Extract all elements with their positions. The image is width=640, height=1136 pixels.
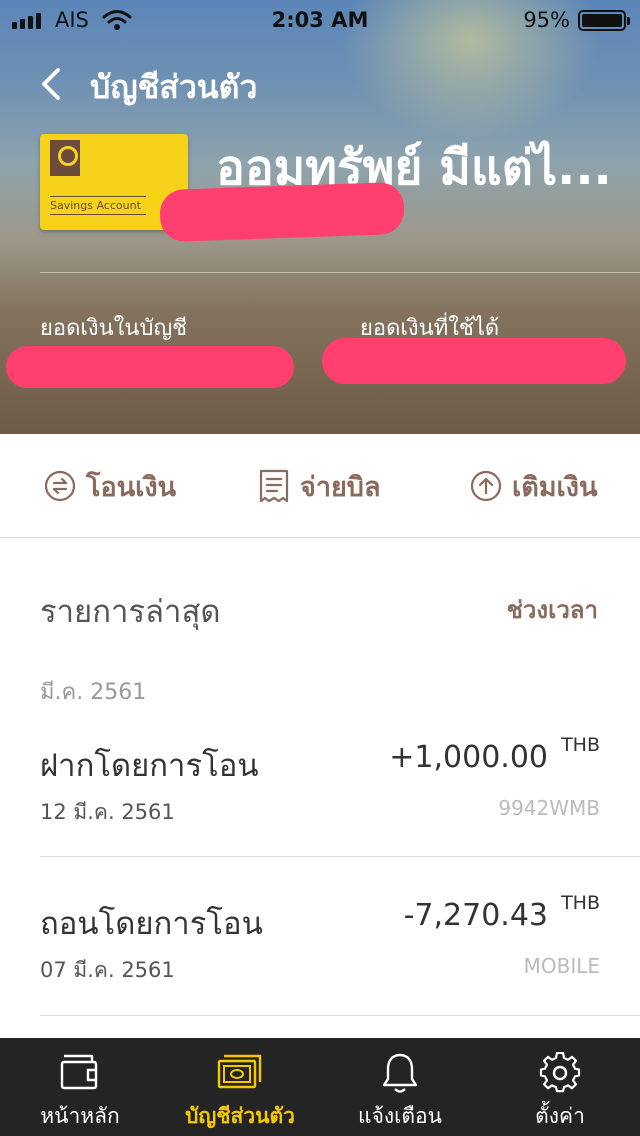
status-bar: AIS 2:03 AM 95% xyxy=(0,0,640,40)
pay-bill-button[interactable]: จ่ายบิล xyxy=(258,468,381,504)
account-header: AIS 2:03 AM 95% บัญชีส่วนตัว Savings Acc… xyxy=(0,0,640,434)
row-divider xyxy=(40,856,640,857)
top-up-label: เติมเงิน xyxy=(512,471,598,503)
wallet-icon xyxy=(60,1054,98,1090)
tab-settings[interactable]: ตั้งค่า xyxy=(480,1038,640,1136)
redacted-account-number xyxy=(159,181,405,243)
tab-notifications[interactable]: แจ้งเตือน xyxy=(320,1038,480,1136)
battery-percent: 95% xyxy=(523,8,570,32)
page-title: บัญชีส่วนตัว xyxy=(90,68,258,106)
transfer-icon xyxy=(44,470,76,502)
transaction-channel: MOBILE xyxy=(523,954,600,978)
redacted-available-balance xyxy=(322,338,626,384)
header-divider xyxy=(40,272,640,273)
transaction-title: ถอนโดยการโอน xyxy=(40,906,263,942)
top-up-button[interactable]: เติมเงิน xyxy=(470,468,597,504)
gear-icon xyxy=(539,1052,581,1093)
back-button[interactable] xyxy=(36,64,72,104)
transaction-amount: +1,000.00 xyxy=(389,740,548,775)
transaction-row[interactable]: ถอนโดยการโอน -7,270.43 THB 07 มี.ค. 2561… xyxy=(40,892,600,1056)
transaction-channel: 9942WMB xyxy=(498,796,600,820)
bill-icon xyxy=(259,469,289,503)
tab-home-label: หน้าหลัก xyxy=(40,1104,120,1128)
transaction-currency: THB xyxy=(561,892,600,914)
transaction-row[interactable]: ฝากโดยการโอน +1,000.00 THB 12 มี.ค. 2561… xyxy=(40,734,600,898)
banknote-icon xyxy=(217,1054,262,1089)
tab-personal-account[interactable]: บัญชีส่วนตัว xyxy=(160,1038,320,1136)
battery-icon xyxy=(578,10,630,31)
tab-bar: หน้าหลัก บัญชีส่วนตัว แจ้งเตือน ตั้งค่า xyxy=(0,1038,640,1136)
tab-settings-label: ตั้งค่า xyxy=(535,1104,585,1128)
card-label: Savings Account xyxy=(50,196,146,215)
pay-bill-label: จ่ายบิล xyxy=(300,471,381,503)
recent-transactions-title: รายการล่าสุด xyxy=(40,594,221,630)
tab-home[interactable]: หน้าหลัก xyxy=(0,1038,160,1136)
top-up-icon xyxy=(470,470,502,502)
transaction-date: 07 มี.ค. 2561 xyxy=(40,958,175,982)
bank-logo xyxy=(50,140,80,176)
transaction-currency: THB xyxy=(561,734,600,756)
tab-personal-account-label: บัญชีส่วนตัว xyxy=(185,1104,295,1128)
bell-icon xyxy=(382,1053,418,1093)
balance-label: ยอดเงินในบัญชี xyxy=(40,316,188,341)
transaction-amount: -7,270.43 xyxy=(403,898,548,933)
row-divider xyxy=(40,1015,640,1016)
redacted-balance xyxy=(6,346,294,388)
transaction-title: ฝากโดยการโอน xyxy=(40,748,259,784)
transfer-button[interactable]: โอนเงิน xyxy=(44,468,176,504)
transfer-label: โอนเงิน xyxy=(86,471,177,503)
transaction-date: 12 มี.ค. 2561 xyxy=(40,800,175,824)
tab-notifications-label: แจ้งเตือน xyxy=(358,1104,442,1128)
quick-actions: โอนเงิน จ่ายบิล เติมเงิน xyxy=(0,434,640,538)
month-header: มี.ค. 2561 xyxy=(40,680,147,705)
period-filter-link[interactable]: ช่วงเวลา xyxy=(507,590,598,629)
